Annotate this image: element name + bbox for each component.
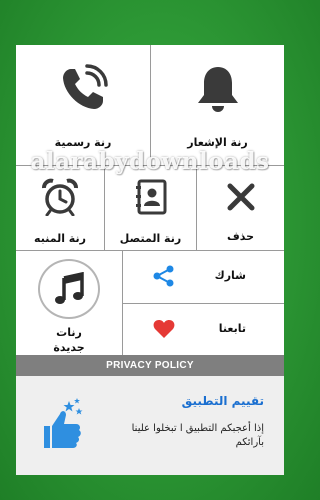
divider (123, 303, 284, 304)
new-ringtones-label: رنات جديدة (53, 326, 85, 354)
follow-us-button[interactable]: تابعنا (123, 304, 284, 355)
delete-label: حذف (226, 230, 255, 243)
bell-icon (192, 63, 244, 119)
new-ringtones-button[interactable]: رنات جديدة (16, 251, 122, 355)
rate-description: إذا أعجبكم التطبيق ا تبخلوا علينا بآرائك… (131, 423, 264, 448)
divider (16, 165, 284, 166)
divider (150, 45, 151, 166)
contact-ringtone-button[interactable]: رنة المتصل (105, 166, 196, 250)
rate-app-banner[interactable]: تقييم التطبيق إذا أعجبكم التطبيق ا تبخلو… (16, 376, 284, 475)
divider (104, 166, 105, 251)
heart-icon (153, 319, 175, 343)
contact-book-icon (132, 178, 170, 220)
share-button[interactable]: شارك (123, 251, 284, 303)
contact-ringtone-label: رنة المتصل (119, 232, 182, 245)
thumbs-up-stars-icon (36, 396, 86, 456)
notification-ringtone-button[interactable]: رنة الإشعار (151, 45, 284, 165)
alarm-clock-icon (41, 178, 79, 220)
alarm-ringtone-button[interactable]: رنة المنبه (16, 166, 104, 250)
official-ringtone-button[interactable]: رنة رسمية (16, 45, 150, 165)
rate-title: تقييم التطبيق (181, 394, 264, 408)
alarm-ringtone-label: رنة المنبه (34, 232, 86, 245)
share-label: شارك (214, 269, 246, 282)
main-card: رنة رسمية رنة الإشعار رنة المنبه رنة الم… (16, 45, 284, 475)
delete-button[interactable]: حذف (197, 166, 284, 250)
privacy-policy-link[interactable]: PRIVACY POLICY (16, 355, 284, 376)
official-ringtone-label: رنة رسمية (54, 136, 112, 149)
notification-ringtone-label: رنة الإشعار (187, 136, 248, 149)
phone-ringing-icon (57, 63, 109, 119)
divider (196, 166, 197, 251)
follow-us-label: تابعنا (218, 322, 246, 335)
music-note-icon (38, 259, 100, 319)
share-icon (153, 265, 175, 291)
close-x-icon (224, 180, 258, 218)
app-screen: { "grid": { "official_ringtone": "رنة رس… (0, 0, 300, 500)
divider (16, 250, 284, 251)
